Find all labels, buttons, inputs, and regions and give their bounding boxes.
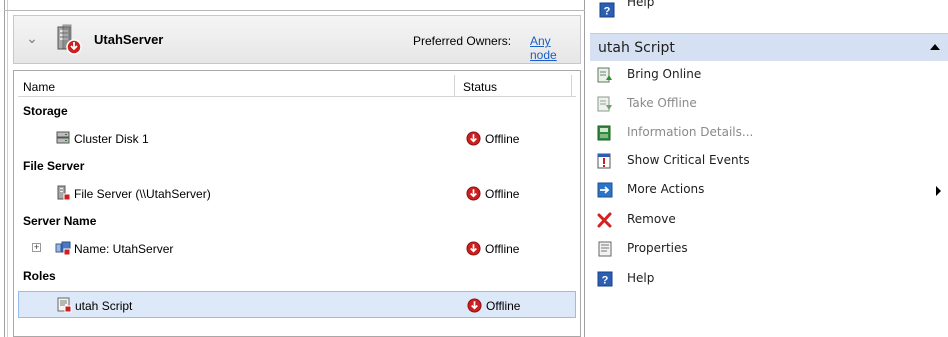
pane-border xyxy=(7,0,8,337)
column-header-name[interactable]: Name xyxy=(23,80,55,94)
group-server-name: Server Name xyxy=(18,208,576,234)
row-name: File Server (\\UtahServer) xyxy=(74,187,211,201)
svg-text:?: ? xyxy=(604,6,611,18)
section-title: utah Script xyxy=(598,40,675,56)
action-label: Help xyxy=(627,271,655,285)
expand-icon[interactable]: + xyxy=(32,243,41,252)
column-separator[interactable] xyxy=(454,75,455,97)
grid-header: Name Status xyxy=(18,75,576,97)
action-remove[interactable]: Remove xyxy=(590,206,948,235)
remove-icon xyxy=(597,212,612,228)
take-offline-icon xyxy=(597,96,612,112)
column-separator[interactable] xyxy=(571,75,572,97)
action-help[interactable]: ? Help xyxy=(590,265,948,294)
group-label: Roles xyxy=(23,269,56,283)
action-label: Help xyxy=(627,0,655,9)
server-name: UtahServer xyxy=(94,32,164,47)
preferred-owners-link[interactable]: Any node xyxy=(530,34,580,62)
submenu-arrow-icon xyxy=(936,186,941,196)
action-label: Properties xyxy=(627,241,688,255)
group-label: File Server xyxy=(23,159,85,173)
resources-pane: ⌄ UtahServer Preferred Owners: Any node … xyxy=(0,0,586,337)
offline-icon xyxy=(466,131,481,146)
action-label: Show Critical Events xyxy=(627,153,750,167)
row-name: Cluster Disk 1 xyxy=(74,132,149,146)
script-icon xyxy=(57,297,72,313)
table-row-cluster-disk[interactable]: Cluster Disk 1 Offline xyxy=(18,125,576,152)
collapse-chevron-icon[interactable]: ⌄ xyxy=(24,30,40,46)
status-text: Offline xyxy=(485,242,520,256)
action-more-actions[interactable]: More Actions xyxy=(590,176,948,205)
more-actions-icon xyxy=(597,182,613,198)
offline-icon xyxy=(466,241,481,256)
action-show-critical-events[interactable]: Show Critical Events xyxy=(590,147,948,176)
table-row-name-resource[interactable]: + Name: UtahServer Offline xyxy=(18,235,576,262)
properties-icon xyxy=(598,241,612,257)
action-label: Bring Online xyxy=(627,67,702,81)
actions-section-header[interactable]: utah Script xyxy=(590,33,948,61)
file-server-icon xyxy=(57,185,71,201)
action-label: More Actions xyxy=(627,182,705,196)
row-name: utah Script xyxy=(75,299,133,313)
action-label: Information Details... xyxy=(627,125,754,139)
network-name-icon xyxy=(55,241,71,256)
status-text: Offline xyxy=(485,132,520,146)
action-information-details[interactable]: Information Details... xyxy=(590,119,948,148)
table-row-file-server[interactable]: File Server (\\UtahServer) Offline xyxy=(18,180,576,207)
status-text: Offline xyxy=(486,299,521,313)
pane-border xyxy=(4,0,5,337)
offline-icon xyxy=(467,298,482,313)
row-name: Name: UtahServer xyxy=(74,242,174,256)
server-offline-icon xyxy=(57,24,82,55)
status-text: Offline xyxy=(485,187,520,201)
group-label: Storage xyxy=(23,104,68,118)
group-file-server: File Server xyxy=(18,153,576,179)
collapse-arrow-icon[interactable] xyxy=(930,44,940,50)
action-take-offline[interactable]: Take Offline xyxy=(590,90,948,119)
critical-events-icon xyxy=(597,153,611,169)
bring-online-icon xyxy=(597,67,612,83)
pane-border xyxy=(584,0,585,337)
information-details-icon xyxy=(597,125,611,141)
action-label: Remove xyxy=(627,212,676,226)
resources-grid: Name Status Storage Cluster Disk 1 Offli… xyxy=(13,70,581,337)
cluster-disk-icon xyxy=(56,131,70,144)
pane-divider xyxy=(4,10,585,11)
offline-icon xyxy=(466,186,481,201)
table-row-utah-script[interactable]: utah Script Offline xyxy=(18,291,576,318)
group-label: Server Name xyxy=(23,214,97,228)
action-help-top[interactable]: ? Help xyxy=(586,0,948,22)
svg-text:?: ? xyxy=(602,275,609,287)
actions-pane: ? Help utah Script Bring Online Take Off… xyxy=(586,0,948,337)
action-properties[interactable]: Properties xyxy=(590,235,948,264)
server-header: ⌄ UtahServer Preferred Owners: Any node xyxy=(13,15,581,64)
action-bring-online[interactable]: Bring Online xyxy=(590,61,948,90)
group-roles: Roles xyxy=(18,263,576,289)
group-storage: Storage xyxy=(18,98,576,124)
column-header-status[interactable]: Status xyxy=(463,80,497,94)
action-label: Take Offline xyxy=(627,96,697,110)
help-icon: ? xyxy=(597,271,613,287)
help-icon: ? xyxy=(599,2,615,18)
preferred-owners-label: Preferred Owners: xyxy=(413,34,512,48)
